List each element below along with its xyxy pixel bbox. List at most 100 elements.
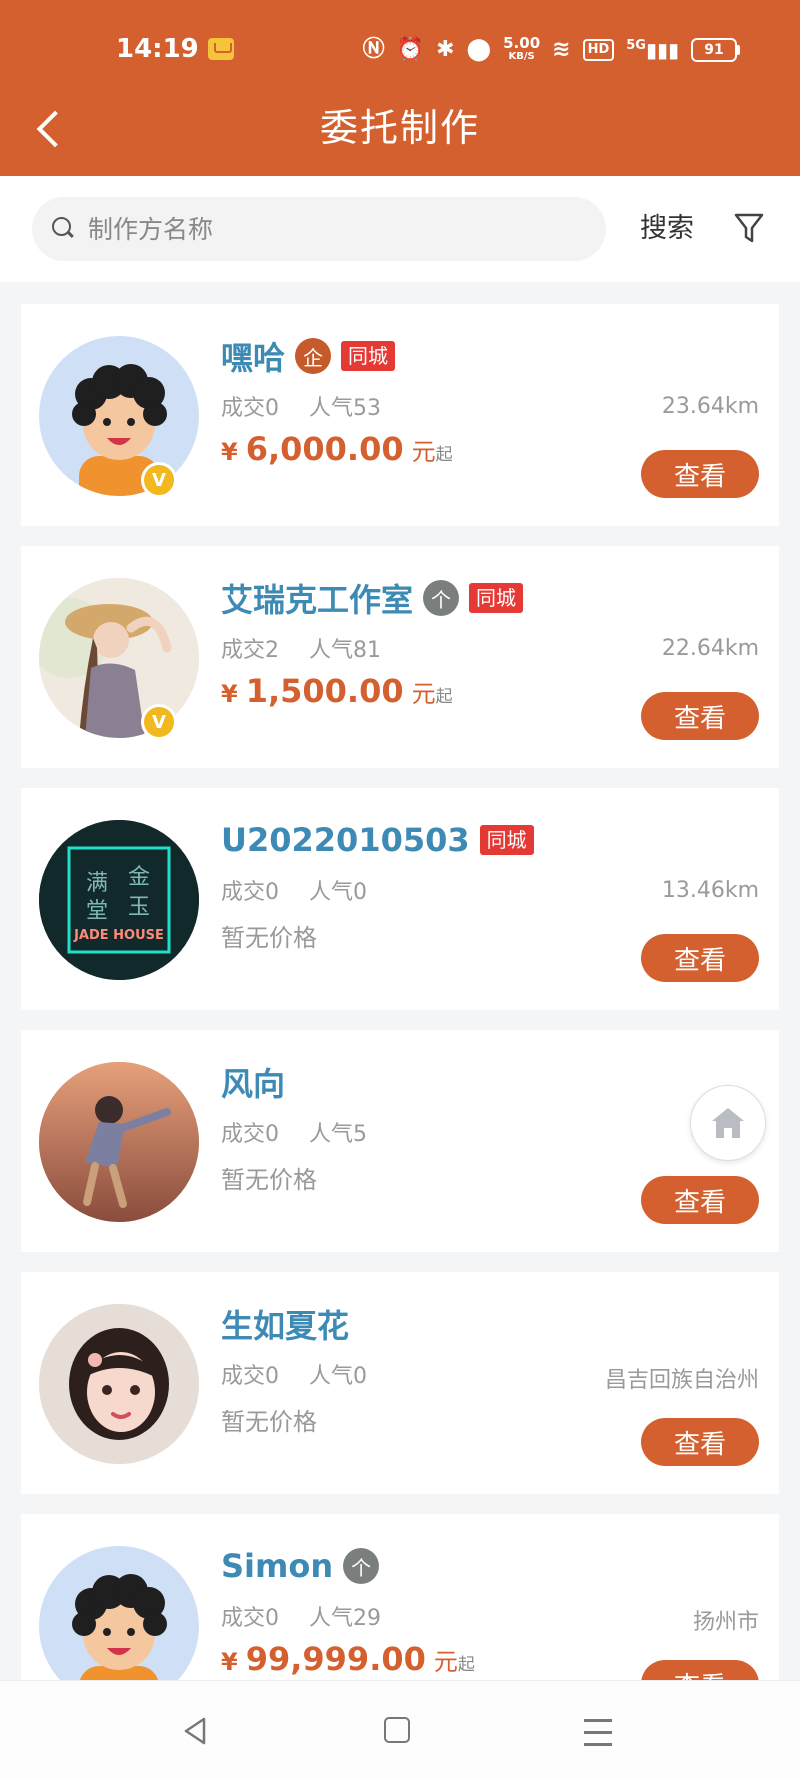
price: ¥ 99,999.00 元 起: [221, 1640, 475, 1678]
home-icon[interactable]: [690, 1085, 766, 1161]
nfc-icon: Ⓝ: [362, 37, 385, 62]
search-field[interactable]: [32, 197, 606, 261]
same-city-tag: 同城: [469, 583, 524, 613]
price-unit: 元: [411, 680, 436, 708]
list-item[interactable]: 生如夏花 成交0 人气0 暂无价格 昌吉回族自治州 查看: [21, 1272, 779, 1494]
popularity: 人气81: [309, 638, 381, 663]
wifi-icon: ≋: [552, 37, 571, 62]
nav-menu-icon[interactable]: [584, 1719, 612, 1746]
vip-badge: V: [141, 462, 177, 498]
producer-name: 生如夏花: [221, 1307, 350, 1345]
avatar: [39, 1062, 199, 1222]
battery-icon: 91: [691, 38, 740, 62]
status-time: 14:19: [116, 34, 199, 64]
battery-level: 91: [691, 38, 737, 62]
search-button[interactable]: 搜索: [640, 204, 694, 254]
svg-text:玉: 玉: [128, 895, 150, 920]
price-symbol: ¥: [221, 438, 238, 466]
price-value: 1,500.00: [245, 672, 404, 710]
no-price: 暂无价格: [221, 924, 317, 952]
price: ¥ 1,500.00 元 起: [221, 672, 453, 710]
price-suffix: 起: [435, 445, 453, 465]
view-button[interactable]: 查看: [641, 450, 759, 498]
name-row: 风向: [221, 1060, 285, 1104]
stats: 成交0 人气53: [221, 390, 381, 422]
nav-home-icon[interactable]: [384, 1717, 410, 1743]
deal-count: 成交0: [221, 1122, 279, 1147]
filter-icon-svg: [734, 213, 764, 243]
stats: 成交0 人气0: [221, 874, 367, 906]
name-row: 艾瑞克工作室 个 同城: [221, 576, 524, 620]
menu-line: [584, 1731, 612, 1734]
individual-badge: 个: [343, 1548, 380, 1584]
price-unit: 元: [411, 438, 436, 466]
producer-name: Simon: [221, 1547, 334, 1585]
search-icon: [52, 217, 74, 239]
deal-count: 成交0: [221, 880, 279, 905]
stats: 成交0 人气29: [221, 1600, 381, 1632]
vip-badge: V: [141, 704, 177, 740]
distance: 13.46km: [661, 878, 759, 903]
popularity: 人气5: [309, 1122, 367, 1147]
list-item[interactable]: Simon 个 成交0 人气29 ¥ 99,999.00 元 起 扬州市 查看: [21, 1514, 779, 1684]
name-row: U2022010503 同城: [221, 818, 534, 862]
cartoon-avatar: [72, 1574, 167, 1684]
producer-name: 嘿哈: [221, 339, 286, 377]
avatar: [39, 1546, 199, 1684]
message-icon: [208, 38, 234, 60]
list-item[interactable]: 满 金 堂 玉 JADE HOUSE U2022010503 同城 成交0 人气…: [21, 788, 779, 1010]
app-header: 14:19 Ⓝ ⏰ ✱ ⬤ 5.00 KB/S ≋ HD 5G▮▮▮ 91 委托…: [0, 0, 800, 176]
view-button[interactable]: 查看: [641, 934, 759, 982]
stats: 成交2 人气81: [221, 632, 381, 664]
stats: 成交0 人气5: [221, 1116, 367, 1148]
search-input[interactable]: [88, 197, 588, 261]
popularity: 人气0: [309, 880, 367, 905]
svg-text:满: 满: [86, 871, 108, 896]
status-icons: Ⓝ ⏰ ✱ ⬤ 5.00 KB/S ≋ HD 5G▮▮▮ 91: [363, 32, 740, 68]
stats: 成交0 人气0: [221, 1358, 367, 1390]
view-button[interactable]: 查看: [641, 1176, 759, 1224]
distance: 扬州市: [692, 1610, 759, 1635]
deal-count: 成交0: [221, 396, 279, 421]
deal-count: 成交0: [221, 1606, 279, 1631]
producer-name: 风向: [221, 1065, 286, 1103]
name-row: 生如夏花: [221, 1302, 349, 1346]
list-item[interactable]: 风向 成交0 人气5 暂无价格 查看: [21, 1030, 779, 1252]
view-button[interactable]: 查看: [641, 1418, 759, 1466]
popularity: 人气53: [309, 396, 381, 421]
price-symbol: ¥: [221, 680, 238, 708]
system-nav-bar: [0, 1680, 800, 1778]
no-price: 暂无价格: [221, 1166, 317, 1194]
menu-line: [584, 1743, 612, 1746]
price-suffix: 起: [435, 687, 453, 707]
price: ¥ 6,000.00 元 起: [221, 430, 453, 468]
svg-text:堂: 堂: [86, 899, 108, 924]
popularity: 人气0: [309, 1364, 367, 1389]
hd-indicator: HD: [582, 39, 615, 61]
network-speed: 5.00 KB/S: [503, 34, 541, 63]
deal-count: 成交2: [221, 638, 279, 663]
no-price: 暂无价格: [221, 1408, 317, 1436]
bluetooth-icon: ✱: [436, 37, 455, 62]
speed-value: 5.00: [503, 34, 541, 52]
deal-count: 成交0: [221, 1364, 279, 1389]
speed-unit: KB/S: [508, 51, 535, 62]
status-bar: 14:19 Ⓝ ⏰ ✱ ⬤ 5.00 KB/S ≋ HD 5G▮▮▮ 91: [0, 0, 800, 100]
individual-badge: 个: [423, 580, 460, 616]
battery-nub: [737, 45, 740, 55]
filter-icon[interactable]: [734, 212, 764, 244]
signal-label: 5G: [626, 38, 646, 53]
same-city-tag: 同城: [341, 341, 396, 371]
search-bar: 搜索: [0, 176, 800, 282]
menu-line: [584, 1719, 612, 1722]
distance: 23.64km: [661, 394, 759, 419]
name-row: Simon 个: [221, 1544, 380, 1588]
view-button[interactable]: 查看: [641, 692, 759, 740]
nav-back-icon[interactable]: [180, 1716, 210, 1746]
list-item[interactable]: V 嘿哈 企 同城 成交0 人气53 ¥ 6,000.00 元 起 23.64k…: [21, 304, 779, 526]
price-suffix: 起: [457, 1655, 475, 1675]
price-value: 99,999.00: [245, 1640, 426, 1678]
producer-name: U2022010503: [221, 821, 470, 859]
svg-text:金: 金: [128, 865, 150, 890]
list-item[interactable]: V 艾瑞克工作室 个 同城 成交2 人气81 ¥ 1,500.00 元 起 22…: [21, 546, 779, 768]
